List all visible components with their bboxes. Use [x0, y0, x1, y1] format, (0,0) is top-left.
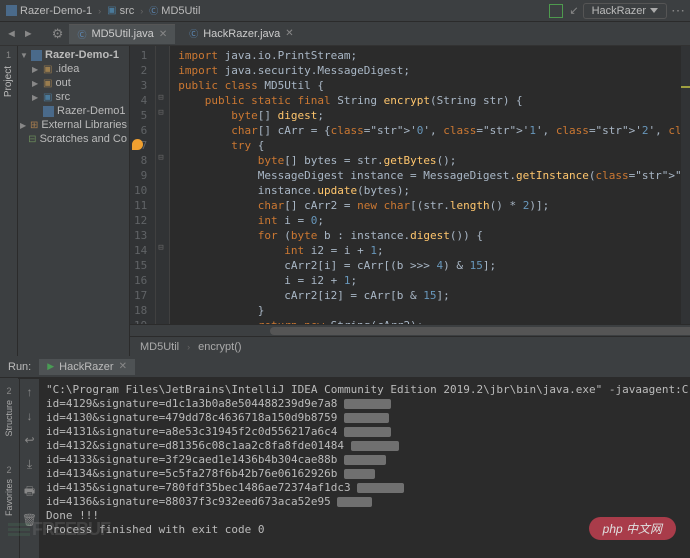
run-config-label: HackRazer: [592, 5, 646, 17]
next-arrow-icon[interactable]: ►: [23, 28, 34, 40]
breadcrumb-file[interactable]: Ⓒ MD5Util: [149, 4, 200, 17]
run-title: Run:: [8, 361, 31, 373]
console-output[interactable]: "C:\Program Files\JetBrains\IntelliJ IDE…: [40, 379, 690, 558]
soft-wrap-button[interactable]: ↩: [24, 433, 34, 447]
run-config-selector[interactable]: HackRazer: [583, 3, 667, 19]
folder-icon: ▣: [43, 64, 52, 75]
tab-label: MD5Util.java: [91, 28, 153, 40]
tree-item[interactable]: ▶ ▣ src: [18, 90, 129, 104]
prev-arrow-icon[interactable]: ◄: [6, 28, 17, 40]
run-header: Run: ▶ HackRazer ✕: [0, 356, 690, 378]
editor-tab[interactable]: Ⓒ HackRazer.java ✕: [181, 24, 301, 43]
project-icon: [31, 50, 42, 61]
expand-icon[interactable]: ▼: [20, 51, 28, 60]
editor-tabs-bar: ◄ ► ⚙ Ⓒ MD5Util.java ✕ Ⓒ HackRazer.java …: [0, 22, 690, 46]
chevron-right-icon: ›: [140, 6, 143, 16]
tree-item[interactable]: ▶ ▣ out: [18, 76, 129, 90]
breadcrumb-label: src: [120, 5, 135, 17]
tab-label: HackRazer.java: [203, 28, 280, 40]
project-icon: [6, 5, 17, 16]
tree-scratches[interactable]: ⊟ Scratches and Co: [18, 132, 129, 146]
expand-icon[interactable]: ▶: [32, 65, 40, 74]
code-editor: 1234567891011121314151617181920212223242…: [130, 46, 690, 356]
tree-label: .idea: [55, 63, 79, 75]
tree-label: Scratches and Co: [40, 133, 127, 145]
folder-icon: ▣: [107, 5, 116, 16]
tree-label: Razer-Demo-1: [45, 49, 119, 61]
structure-tool-button[interactable]: Structure: [4, 400, 14, 437]
settings-icon[interactable]: ⚙: [52, 26, 64, 42]
tree-label: out: [55, 77, 70, 89]
tree-external-libs[interactable]: ▶ ⊞ External Libraries: [18, 118, 129, 132]
folder-icon: ▣: [43, 78, 52, 89]
expand-icon[interactable]: ▶: [32, 93, 40, 102]
run-toolbar-right: ↑ ↓ ↩ ⤓ 🖶 🗑: [20, 379, 40, 558]
editor-breadcrumb[interactable]: MD5Util › encrypt(): [130, 336, 690, 356]
up-button[interactable]: ↑: [27, 385, 33, 399]
project-tool-button[interactable]: Project: [3, 62, 14, 101]
class-icon: Ⓒ: [189, 27, 198, 40]
favorites-tool-button[interactable]: Favorites: [4, 479, 14, 516]
tree-label: src: [55, 91, 70, 103]
scroll-thumb[interactable]: [270, 327, 690, 335]
navigation-bar: Razer-Demo-1 › ▣ src › Ⓒ MD5Util ↙ HackR…: [0, 0, 690, 22]
class-icon: Ⓒ: [149, 4, 158, 17]
down-button[interactable]: ↓: [27, 409, 33, 423]
chevron-right-icon: ›: [98, 6, 101, 16]
tree-label: Razer-Demo1: [57, 105, 125, 117]
chevron-right-icon: ›: [187, 342, 190, 352]
run-tab-label: HackRazer: [59, 361, 113, 373]
code-area[interactable]: import java.io.PrintStream;import java.s…: [170, 46, 680, 324]
clear-button[interactable]: 🗑: [22, 513, 37, 527]
horizontal-scrollbar[interactable]: [130, 324, 690, 336]
run-tool-window: Run: ▶ HackRazer ✕ ▶ ■ ⏏ ⊞ ↑ ↓ ↩ ⤓ 🖶 🗑 "…: [0, 356, 690, 558]
breadcrumb-label: MD5Util: [161, 5, 200, 17]
breadcrumb-class[interactable]: MD5Util: [140, 341, 179, 353]
tree-label: External Libraries: [41, 119, 127, 131]
library-icon: ⊞: [30, 120, 38, 131]
breadcrumb-label: Razer-Demo-1: [20, 5, 92, 17]
source-folder-icon: ▣: [43, 92, 52, 103]
scratch-icon: ⊟: [28, 134, 36, 145]
scroll-end-button[interactable]: ⤓: [27, 457, 32, 472]
fold-gutter[interactable]: ⊟⊟⊟⊟: [156, 46, 170, 324]
left-tool-bar: 1 Project: [0, 46, 18, 356]
tree-item[interactable]: ▶ ▣ .idea: [18, 62, 129, 76]
editor-tab-active[interactable]: Ⓒ MD5Util.java ✕: [69, 24, 175, 44]
close-icon[interactable]: ✕: [285, 28, 293, 39]
class-icon: Ⓒ: [77, 28, 86, 41]
run-tab[interactable]: ▶ HackRazer ✕: [39, 359, 135, 375]
tool-num: 1: [6, 50, 11, 60]
breadcrumb-method[interactable]: encrypt(): [198, 341, 241, 353]
chevron-down-icon: [650, 8, 658, 13]
breadcrumb-src[interactable]: ▣ src: [107, 5, 134, 17]
project-tree[interactable]: ▼ Razer-Demo-1 ▶ ▣ .idea ▶ ▣ out ▶ ▣ src…: [18, 46, 130, 356]
close-icon[interactable]: ✕: [119, 361, 127, 372]
module-icon: [43, 106, 54, 117]
expand-icon[interactable]: ▶: [20, 121, 27, 130]
close-icon[interactable]: ✕: [159, 29, 167, 40]
left-bottom-toolbar: 2 Structure 2 Favorites: [0, 378, 18, 558]
breadcrumb-project[interactable]: Razer-Demo-1: [6, 5, 92, 17]
run-status-icon: ▶: [47, 361, 54, 372]
tree-item[interactable]: Razer-Demo1: [18, 104, 129, 118]
error-stripe[interactable]: [680, 46, 690, 324]
back-icon[interactable]: ↙: [569, 4, 578, 17]
print-button[interactable]: 🖶: [24, 482, 35, 503]
tool-num: 2: [6, 386, 11, 396]
tree-root[interactable]: ▼ Razer-Demo-1: [18, 48, 129, 62]
tool-num: 2: [6, 465, 11, 475]
more-icon[interactable]: ⋯: [671, 2, 684, 19]
build-icon[interactable]: [549, 4, 563, 18]
line-gutter[interactable]: 1234567891011121314151617181920212223242…: [130, 46, 156, 324]
main-area: 1 Project ▼ Razer-Demo-1 ▶ ▣ .idea ▶ ▣ o…: [0, 46, 690, 356]
expand-icon[interactable]: ▶: [32, 79, 40, 88]
